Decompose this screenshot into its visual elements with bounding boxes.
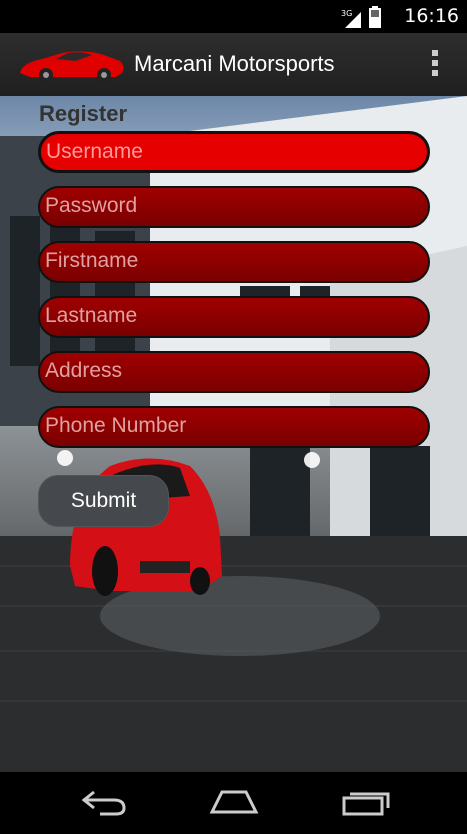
status-time: 16:16: [404, 5, 459, 27]
action-bar: Marcani Motorsports: [0, 33, 467, 97]
network-type: 3G: [341, 9, 352, 18]
password-field[interactable]: Password: [38, 186, 430, 228]
address-field[interactable]: Address: [38, 351, 430, 393]
register-screen: Register Username Password Firstname Las…: [0, 96, 467, 772]
home-icon[interactable]: [208, 786, 260, 816]
overflow-menu-icon[interactable]: [423, 50, 447, 82]
username-field[interactable]: Username: [38, 131, 430, 173]
register-heading: Register: [39, 101, 128, 126]
phone-number-field[interactable]: Phone Number: [38, 406, 430, 448]
lastname-field[interactable]: Lastname: [38, 296, 430, 338]
submit-button[interactable]: Submit: [38, 475, 169, 527]
red-car-logo-icon[interactable]: [16, 47, 126, 83]
recent-apps-icon[interactable]: [340, 786, 390, 816]
status-icons: 3G: [341, 6, 381, 28]
navigation-bar: [0, 772, 467, 834]
firstname-field[interactable]: Firstname: [38, 241, 430, 283]
app-title: Marcani Motorsports: [134, 51, 335, 76]
back-icon[interactable]: [80, 786, 128, 816]
status-bar: 3G 16:16: [0, 0, 467, 33]
battery-icon: [369, 6, 381, 28]
signal-icon: 3G: [341, 9, 361, 28]
